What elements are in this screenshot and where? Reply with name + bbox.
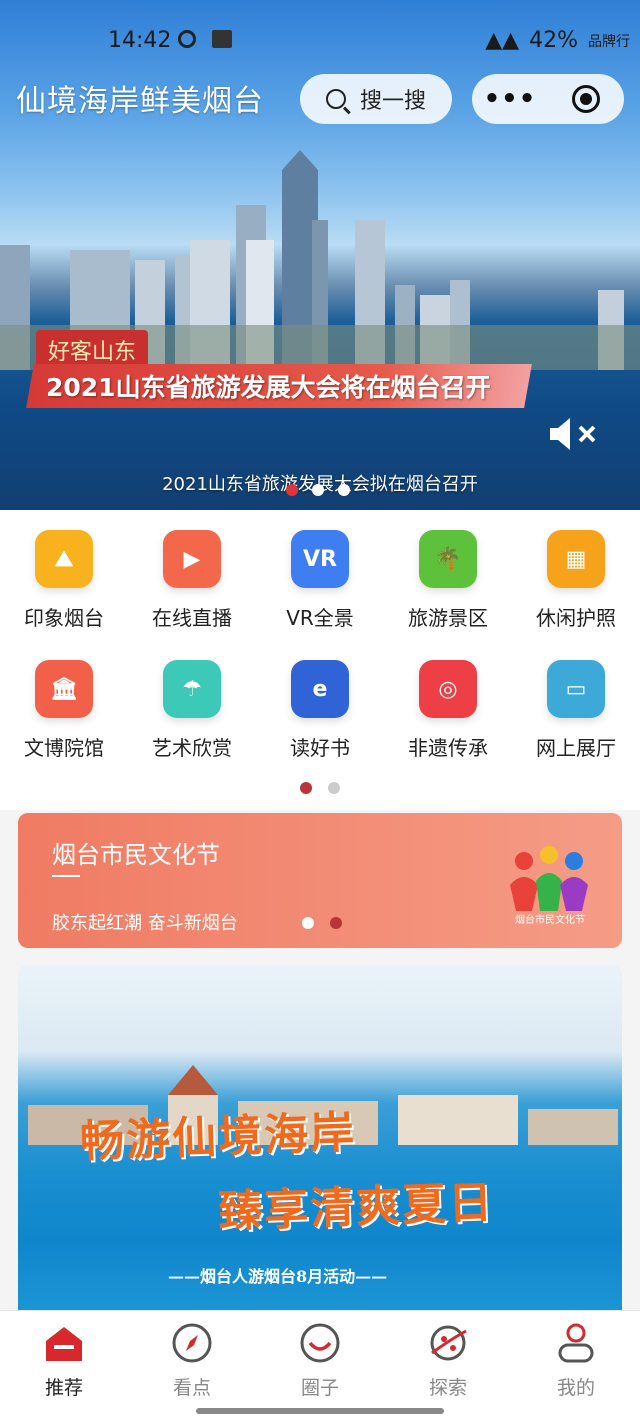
hero-banner[interactable]: 14:42 ▲▲ 42% 品牌行 仙境海岸鲜美烟台 搜一搜 ••• 好客山东 2… <box>0 0 640 510</box>
battery-level: 42% <box>529 28 578 53</box>
promo-banner[interactable]: 畅游仙境海岸 臻享清爽夏日 ——烟台人游烟台8月活动—— <box>18 965 622 1310</box>
grid-item[interactable]: e 读好书 <box>256 660 384 761</box>
grid-item-label: 文博院馆 <box>24 736 104 760</box>
home-icon <box>46 1327 82 1361</box>
status-time: 14:42 <box>108 28 172 53</box>
tab-highlights[interactable]: 看点 <box>128 1321 256 1400</box>
hero-carousel-dots <box>286 484 350 496</box>
page-dot[interactable] <box>328 782 340 794</box>
grid-item[interactable]: 🏛 文博院馆 <box>0 660 128 761</box>
close-miniprogram-button[interactable] <box>548 85 624 113</box>
search-label: 搜一搜 <box>359 89 426 114</box>
status-bar: 14:42 ▲▲ 42% 品牌行 <box>0 0 640 80</box>
grid-item-label: 休闲护照 <box>536 606 616 630</box>
festival-subtitle: 胶东起红潮 奋斗新烟台 <box>52 913 238 934</box>
grid-item[interactable]: 🌴 旅游景区 <box>384 530 512 631</box>
carousel-dot[interactable] <box>286 484 298 496</box>
page-dot[interactable] <box>300 782 312 794</box>
grid-item-label: 艺术欣赏 <box>152 736 232 760</box>
grid-item[interactable]: ⛰ 印象烟台 <box>0 530 128 631</box>
tab-label: 看点 <box>172 1377 211 1399</box>
grid-item-label: 读好书 <box>290 736 350 760</box>
signal-icon: ▲▲ <box>485 28 520 53</box>
carousel-dot[interactable] <box>302 917 314 929</box>
compass-icon <box>172 1323 212 1363</box>
festival-title: 烟台市民文化节 <box>52 841 220 869</box>
tab-mine[interactable]: 我的 <box>512 1321 640 1400</box>
carrier-label: 品牌行 <box>588 33 630 50</box>
tab-label: 推荐 <box>44 1377 83 1399</box>
speaker-muted-icon[interactable] <box>546 414 602 454</box>
feature-grid: ⛰ 印象烟台 ▶ 在线直播 VR VR全景 🌴 旅游景区 ▦ 休闲护照 🏛 文博院馆 ☂ 艺术欣赏 e 读好书… <box>0 510 640 810</box>
tab-label: 探索 <box>428 1377 467 1399</box>
grid-page-dots <box>300 782 340 794</box>
carousel-dot[interactable] <box>330 917 342 929</box>
grid-item[interactable]: ◎ 非遗传承 <box>384 660 512 761</box>
vr-icon: VR <box>291 530 349 588</box>
monitor-icon: ▭ <box>547 660 605 718</box>
grid-item[interactable]: ▶ 在线直播 <box>128 530 256 631</box>
tab-circle[interactable]: 圈子 <box>256 1321 384 1400</box>
home-indicator[interactable] <box>196 1408 444 1414</box>
search-icon <box>325 89 346 109</box>
miniprogram-capsule: ••• <box>472 74 624 124</box>
planet-icon <box>430 1325 467 1361</box>
promo-line3: ——烟台人游烟台8月活动—— <box>168 1267 388 1286</box>
tab-label: 圈子 <box>300 1377 339 1399</box>
carousel-dot[interactable] <box>338 484 350 496</box>
tv-icon: ▶ <box>163 530 221 588</box>
search-button[interactable]: 搜一搜 <box>300 74 452 124</box>
tab-label: 我的 <box>556 1377 595 1399</box>
divider <box>52 875 80 877</box>
palm-tree-icon: 🌴 <box>419 530 477 588</box>
grid-item-label: 旅游景区 <box>408 606 488 630</box>
promo-line2: 臻享清爽夏日 <box>217 1177 495 1238</box>
museum-icon: 🏛 <box>35 660 93 718</box>
dancer-icon: ☂ <box>163 660 221 718</box>
grid-item[interactable]: ☂ 艺术欣赏 <box>128 660 256 761</box>
app-logo: 仙境海岸鲜美烟台 <box>16 84 264 119</box>
grid-item-label: 网上展厅 <box>536 736 616 760</box>
tab-explore[interactable]: 探索 <box>384 1321 512 1400</box>
festival-card[interactable]: 烟台市民文化节 胶东起红潮 奋斗新烟台 烟台市民文化节 <box>18 813 622 948</box>
grid-item-label: VR全景 <box>286 606 354 630</box>
grid-item-label: 非遗传承 <box>408 736 488 760</box>
user-icon <box>558 1323 594 1363</box>
grid-item-label: 印象烟台 <box>24 606 104 630</box>
grid-item[interactable]: ▭ 网上展厅 <box>512 660 640 761</box>
passport-icon: ▦ <box>547 530 605 588</box>
map-icon: ⛰ <box>35 530 93 588</box>
carousel-dot[interactable] <box>312 484 324 496</box>
festival-logo-text: 烟台市民文化节 <box>515 915 585 926</box>
grid-item-label: 在线直播 <box>152 606 232 630</box>
tab-recommend[interactable]: 推荐 <box>0 1321 128 1400</box>
gallery-icon <box>212 30 232 48</box>
target-icon <box>572 85 600 113</box>
promo-line1: 畅游仙境海岸 <box>79 1107 357 1168</box>
heritage-icon: ◎ <box>419 660 477 718</box>
record-icon <box>178 30 196 48</box>
ebook-icon: e <box>291 660 349 718</box>
hero-headline: 2021山东省旅游发展大会将在烟台召开 <box>46 373 491 402</box>
festival-carousel-dots <box>302 917 342 929</box>
more-button[interactable]: ••• <box>472 84 548 114</box>
grid-item[interactable]: VR VR全景 <box>256 530 384 631</box>
smile-circle-icon <box>300 1323 340 1363</box>
grid-item[interactable]: ▦ 休闲护照 <box>512 530 640 631</box>
